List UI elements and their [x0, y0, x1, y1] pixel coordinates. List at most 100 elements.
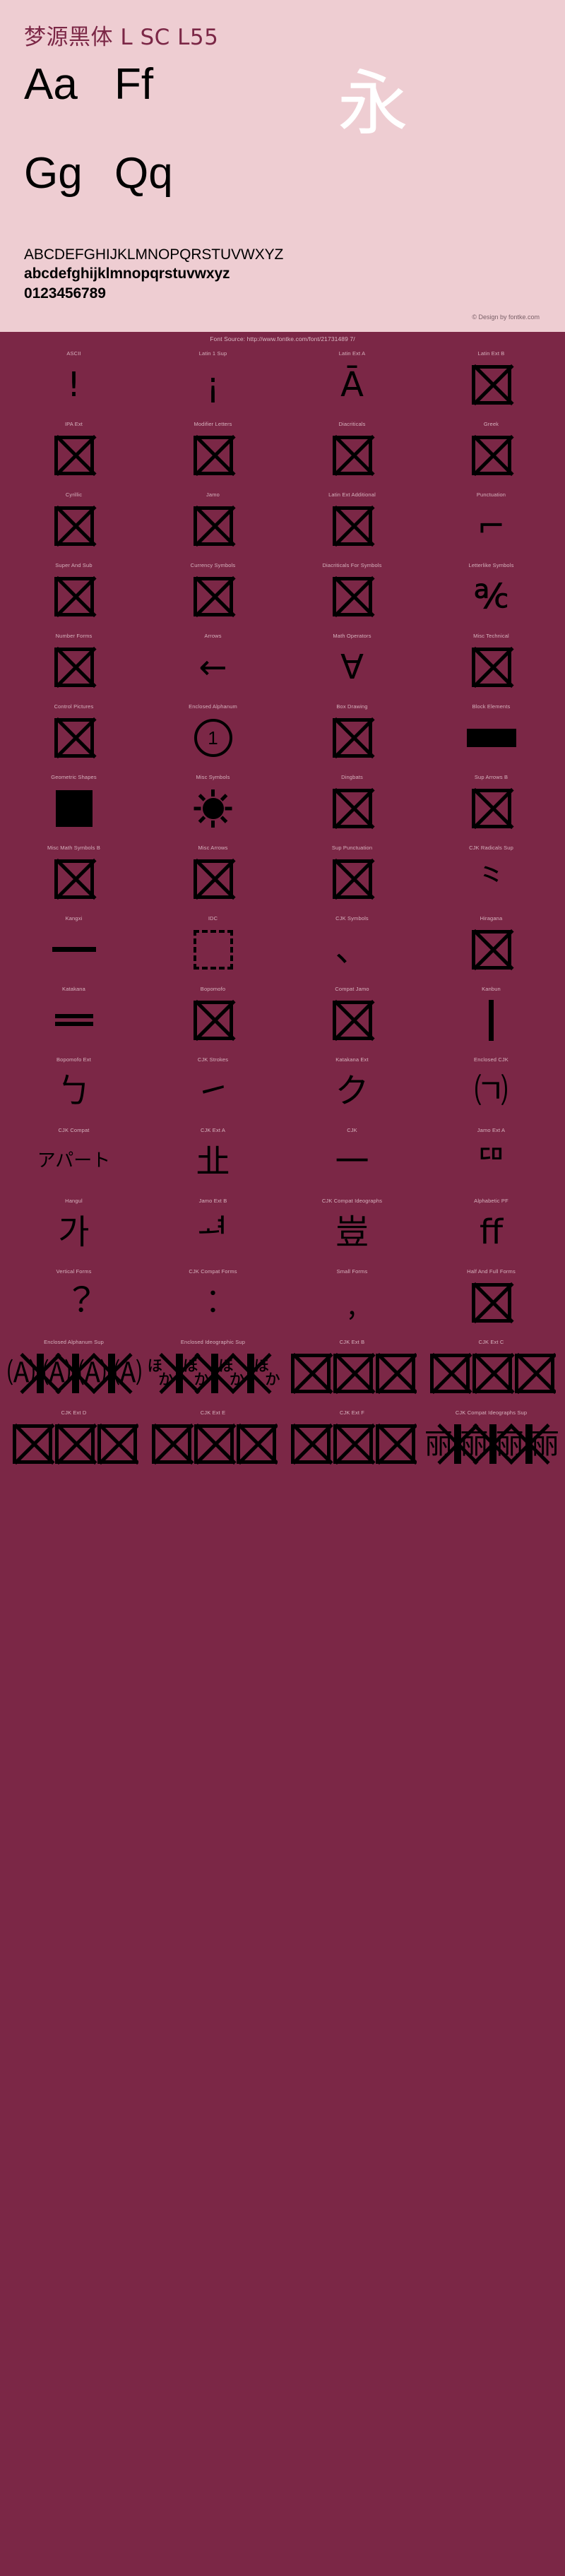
sun-icon [203, 798, 224, 819]
unicode-block-cell[interactable]: Enclosed Alphanum 1 [143, 700, 282, 771]
glyph-grid-row: Super And Sub Currency Symbols Diacritical… [4, 559, 561, 630]
unicode-block-cell[interactable]: CJK Ext C 𪜀𪜀𪜀𪜀 [422, 1336, 561, 1407]
unicode-block-cell[interactable]: Number Forms [4, 630, 143, 700]
unicode-block-cell[interactable]: Sup Arrows B [422, 771, 561, 842]
unicode-block-cell[interactable]: Latin Ext A Ā [282, 347, 422, 418]
unicode-block-label: Katakana Ext [284, 1056, 420, 1063]
unicode-block-cell[interactable]: Jamo Ext A ꥠ [422, 1124, 561, 1195]
notdef-box-icon [247, 1354, 251, 1393]
glyph-grid-row: Kangxi IDC CJK Symbols、 Hiragana [4, 912, 561, 983]
glyph-grid-row: Number Forms Arrows ← Math Operators ∀ Misc T… [4, 630, 561, 700]
unicode-block-cell[interactable]: Diacriticals [282, 418, 422, 489]
unicode-block-sample: ℀ [423, 571, 559, 623]
unicode-block-cell[interactable]: CJK Strokes ㇀ [143, 1054, 282, 1124]
specimen-cell-qq: Qq [114, 150, 205, 196]
unicode-block-cell[interactable]: Greek [422, 418, 561, 489]
unicode-block-cell[interactable]: Kangxi [4, 912, 143, 983]
unicode-block-cell[interactable]: Enclosed Alphanum Sup 🄐 🄐 🄐 🄐 [4, 1336, 143, 1407]
specimen-cell-cjk: 永 [205, 61, 541, 146]
unicode-block-cell[interactable]: Bopomofo Ext ㄅ [4, 1054, 143, 1124]
unicode-block-cell[interactable]: Letterlike Symbols ℀ [422, 559, 561, 630]
unicode-block-sample [423, 994, 559, 1046]
unicode-block-cell[interactable]: Super And Sub [4, 559, 143, 630]
unicode-block-cell[interactable]: CJK Compat Ideographs 豈 [282, 1195, 422, 1265]
unicode-block-sample [423, 782, 559, 835]
unicode-block-label: CJK Compat [6, 1127, 142, 1133]
unicode-block-cell[interactable]: Katakana Ext ク [282, 1054, 422, 1124]
unicode-block-cell[interactable]: Arrows ← [143, 630, 282, 700]
unicode-block-cell[interactable]: Misc Technical [422, 630, 561, 700]
unicode-block-cell[interactable]: CJK Ext D 𫝀𫝀𫝀𫝀 [4, 1407, 143, 1477]
unicode-block-cell[interactable]: Enclosed CJK ㈀ [422, 1054, 561, 1124]
unicode-block-cell[interactable]: CJK Ext F 𬺰𬺰𬺰𬺰 [282, 1407, 422, 1477]
unicode-block-cell[interactable]: Cyrillic [4, 489, 143, 559]
unicode-block-cell[interactable]: ASCII! [4, 347, 143, 418]
unicode-block-cell[interactable]: Math Operators ∀ [282, 630, 422, 700]
notdef-box-icon [472, 648, 511, 687]
unicode-block-cell[interactable]: CJK Ext A 㐀 [143, 1124, 282, 1195]
unicode-block-cell[interactable]: Geometric Shapes [4, 771, 143, 842]
glyph-grid-row: Katakana Bopomofo Compat Jamo Kanbun [4, 983, 561, 1054]
unicode-block-label: Kanbun [423, 986, 559, 992]
notdef-box-icon [472, 930, 511, 970]
unicode-block-sample: ! [6, 359, 142, 411]
unicode-block-cell[interactable]: CJK Symbols 、 [282, 912, 422, 983]
unicode-block-sample: ㄅ [6, 1065, 142, 1117]
unicode-block-cell[interactable]: Latin 1 Sup ¡ [143, 347, 282, 418]
sample-glyph: ← [198, 650, 227, 684]
unicode-block-cell[interactable]: Control Pictures [4, 700, 143, 771]
unicode-block-cell[interactable]: Hiragana [422, 912, 561, 983]
unicode-block-cell[interactable]: CJK Compat アパート [4, 1124, 143, 1195]
unicode-block-cell[interactable]: Vertical Forms ︖ [4, 1265, 143, 1336]
unicode-block-cell[interactable]: Compat Jamo [282, 983, 422, 1054]
unicode-block-label: Jamo Ext B [145, 1198, 281, 1204]
unicode-block-cell[interactable]: CJK Ext E 𫠠𫠠𫠠𫠠 [143, 1407, 282, 1477]
sample-glyph: ㇀ [196, 1074, 230, 1108]
unicode-block-cell[interactable]: Bopomofo [143, 983, 282, 1054]
unicode-block-cell[interactable]: Alphabetic PF ﬀ [422, 1195, 561, 1265]
notdef-box-icon [194, 577, 233, 616]
unicode-block-cell[interactable]: Currency Symbols [143, 559, 282, 630]
unicode-block-label: Latin Ext A [284, 350, 420, 357]
unicode-block-cell[interactable]: Box Drawing [282, 700, 422, 771]
notdef-box-icon [333, 1001, 372, 1040]
unicode-block-cell[interactable]: Sup Punctuation [282, 842, 422, 912]
unicode-block-cell[interactable]: Punctuation ⌐ [422, 489, 561, 559]
unicode-block-sample [423, 641, 559, 693]
unicode-block-cell[interactable]: CJK Compat Ideographs Sup 丽丽丽丽 [422, 1407, 561, 1477]
unicode-block-cell[interactable]: Block Elements [422, 700, 561, 771]
unicode-block-cell[interactable]: Katakana [4, 983, 143, 1054]
unicode-block-cell[interactable]: Diacriticals For Symbols [282, 559, 422, 630]
unicode-block-sample: ﬀ [423, 1206, 559, 1258]
unicode-block-cell[interactable]: Kanbun [422, 983, 561, 1054]
unicode-block-cell[interactable]: Enclosed Ideographic Sup 🈀 🈀 🈀 🈀 [143, 1336, 282, 1407]
unicode-block-label: Alphabetic PF [423, 1198, 559, 1204]
unicode-block-cell[interactable]: IDC [143, 912, 282, 983]
unicode-block-label: CJK Ext C [423, 1339, 559, 1345]
unicode-block-cell[interactable]: Small Forms ﹐ [282, 1265, 422, 1336]
unicode-block-sample: 丽丽丽丽 [423, 1418, 559, 1470]
unicode-block-cell[interactable]: Hangul 가 [4, 1195, 143, 1265]
unicode-block-cell[interactable]: Latin Ext B [422, 347, 561, 418]
unicode-block-cell[interactable]: CJK Ext B 𠀀𠀀𠀀𠀀 [282, 1336, 422, 1407]
unicode-block-cell[interactable]: Jamo [143, 489, 282, 559]
unicode-block-label: Super And Sub [6, 562, 142, 568]
unicode-block-label: IDC [145, 915, 281, 922]
unicode-block-cell[interactable]: CJK Radicals Sup ⺀ [422, 842, 561, 912]
unicode-block-cell[interactable]: Misc Arrows [143, 842, 282, 912]
unicode-block-sample: 㐀 [145, 1135, 281, 1188]
unicode-block-cell[interactable]: IPA Ext [4, 418, 143, 489]
sample-glyph: ! [67, 368, 81, 402]
unicode-block-cell[interactable]: Modifier Letters [143, 418, 282, 489]
notdef-box-icon [291, 1424, 331, 1464]
unicode-block-cell[interactable]: Half And Full Forms [422, 1265, 561, 1336]
unicode-block-cell[interactable]: Misc Math Symbols B [4, 842, 143, 912]
unicode-block-cell[interactable]: CJK 一 [282, 1124, 422, 1195]
unicode-block-grid: ASCII! Latin 1 Sup ¡ Latin Ext A Ā Latin Ext … [0, 345, 565, 1496]
unicode-block-cell[interactable]: Misc Symbols [143, 771, 282, 842]
unicode-block-cell[interactable]: CJK Compat Forms ︰ [143, 1265, 282, 1336]
unicode-block-cell[interactable]: Dingbats [282, 771, 422, 842]
unicode-block-cell[interactable]: Latin Ext Additional [282, 489, 422, 559]
unicode-block-cell[interactable]: Jamo Ext B ힰ [143, 1195, 282, 1265]
double-stroke-icon [55, 1010, 93, 1030]
